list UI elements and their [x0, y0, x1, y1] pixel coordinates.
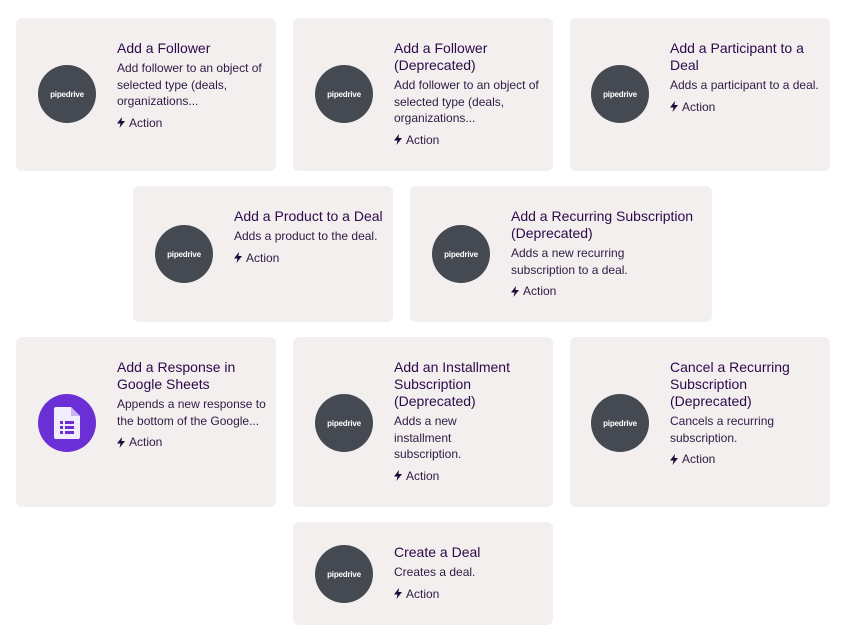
card-title: Add a Recurring Subscription (Deprecated…: [511, 208, 694, 241]
bolt-icon: [670, 453, 678, 465]
card-add-an-installment-subscription-deprecated[interactable]: pipedrive Add an Installment Subscriptio…: [293, 337, 553, 507]
bolt-icon: [394, 134, 402, 145]
card-title: Add an Installment Subscription (Depreca…: [394, 359, 510, 409]
bolt-icon: [394, 588, 402, 599]
card-description: Cancels a recurring subscription.: [670, 414, 775, 445]
card-title: Add a Follower (Deprecated): [394, 40, 488, 73]
card-description: Adds a product to the deal.: [234, 229, 378, 243]
card-title: Cancel a Recurring Subscription (Depreca…: [670, 359, 790, 409]
bolt-icon: [117, 436, 125, 448]
card-add-a-follower-deprecated[interactable]: pipedrive Add a Follower (Deprecated) Ad…: [293, 18, 553, 171]
pipedrive-logo-icon: pipedrive: [38, 65, 96, 123]
bolt-icon: [670, 101, 678, 112]
pipedrive-logo-icon: pipedrive: [315, 394, 373, 452]
card-add-a-participant-to-a-deal[interactable]: pipedrive Add a Participant to a Deal Ad…: [570, 18, 830, 171]
card-add-a-response-in-google-sheets[interactable]: Add a Response in Google Sheets Appends …: [16, 337, 276, 507]
action-badge: Action: [511, 284, 701, 298]
bolt-icon: [511, 285, 519, 297]
card-title: Add a Follower: [117, 40, 211, 56]
card-description: Adds a new recurring subscription to a d…: [511, 246, 628, 277]
google-sheets-icon: [38, 394, 96, 452]
bolt-icon: [394, 470, 402, 481]
action-badge: Action: [117, 116, 267, 130]
card-cancel-a-recurring-subscription-deprecated[interactable]: pipedrive Cancel a Recurring Subscriptio…: [570, 337, 830, 507]
action-badge: Action: [234, 251, 384, 265]
card-description: Add follower to an object of selected ty…: [394, 78, 539, 125]
pipedrive-logo-icon: pipedrive: [315, 545, 373, 603]
action-badge: Action: [394, 133, 544, 147]
card-add-a-follower[interactable]: pipedrive Add a Follower Add follower to…: [16, 18, 276, 171]
pipedrive-logo-icon: pipedrive: [315, 65, 373, 123]
action-badge: Action: [670, 100, 820, 114]
action-badge: Action: [394, 587, 544, 601]
bolt-icon: [234, 252, 242, 263]
card-description: Creates a deal.: [394, 565, 476, 579]
card-title: Add a Participant to a Deal: [670, 40, 804, 73]
card-title: Add a Response in Google Sheets: [117, 359, 236, 392]
card-add-a-product-to-a-deal[interactable]: pipedrive Add a Product to a Deal Adds a…: [133, 186, 393, 322]
forms-doc-icon: [54, 407, 80, 439]
pipedrive-logo-icon: pipedrive: [591, 65, 649, 123]
action-badge: Action: [394, 469, 544, 483]
action-badge: Action: [670, 452, 820, 466]
card-title: Create a Deal: [394, 544, 481, 560]
card-title: Add a Product to a Deal: [234, 208, 383, 224]
bolt-icon: [117, 117, 125, 128]
card-description: Add follower to an object of selected ty…: [117, 61, 262, 108]
card-create-a-deal[interactable]: pipedrive Create a Deal Creates a deal. …: [293, 522, 553, 625]
pipedrive-logo-icon: pipedrive: [432, 225, 490, 283]
card-add-a-recurring-subscription-deprecated[interactable]: pipedrive Add a Recurring Subscription (…: [410, 186, 712, 322]
pipedrive-logo-icon: pipedrive: [591, 394, 649, 452]
card-description: Appends a new response to the bottom of …: [117, 397, 266, 428]
card-description: Adds a participant to a deal.: [670, 78, 819, 92]
action-badge: Action: [117, 435, 267, 449]
pipedrive-logo-icon: pipedrive: [155, 225, 213, 283]
card-description: Adds a new installment subscription.: [394, 414, 462, 461]
